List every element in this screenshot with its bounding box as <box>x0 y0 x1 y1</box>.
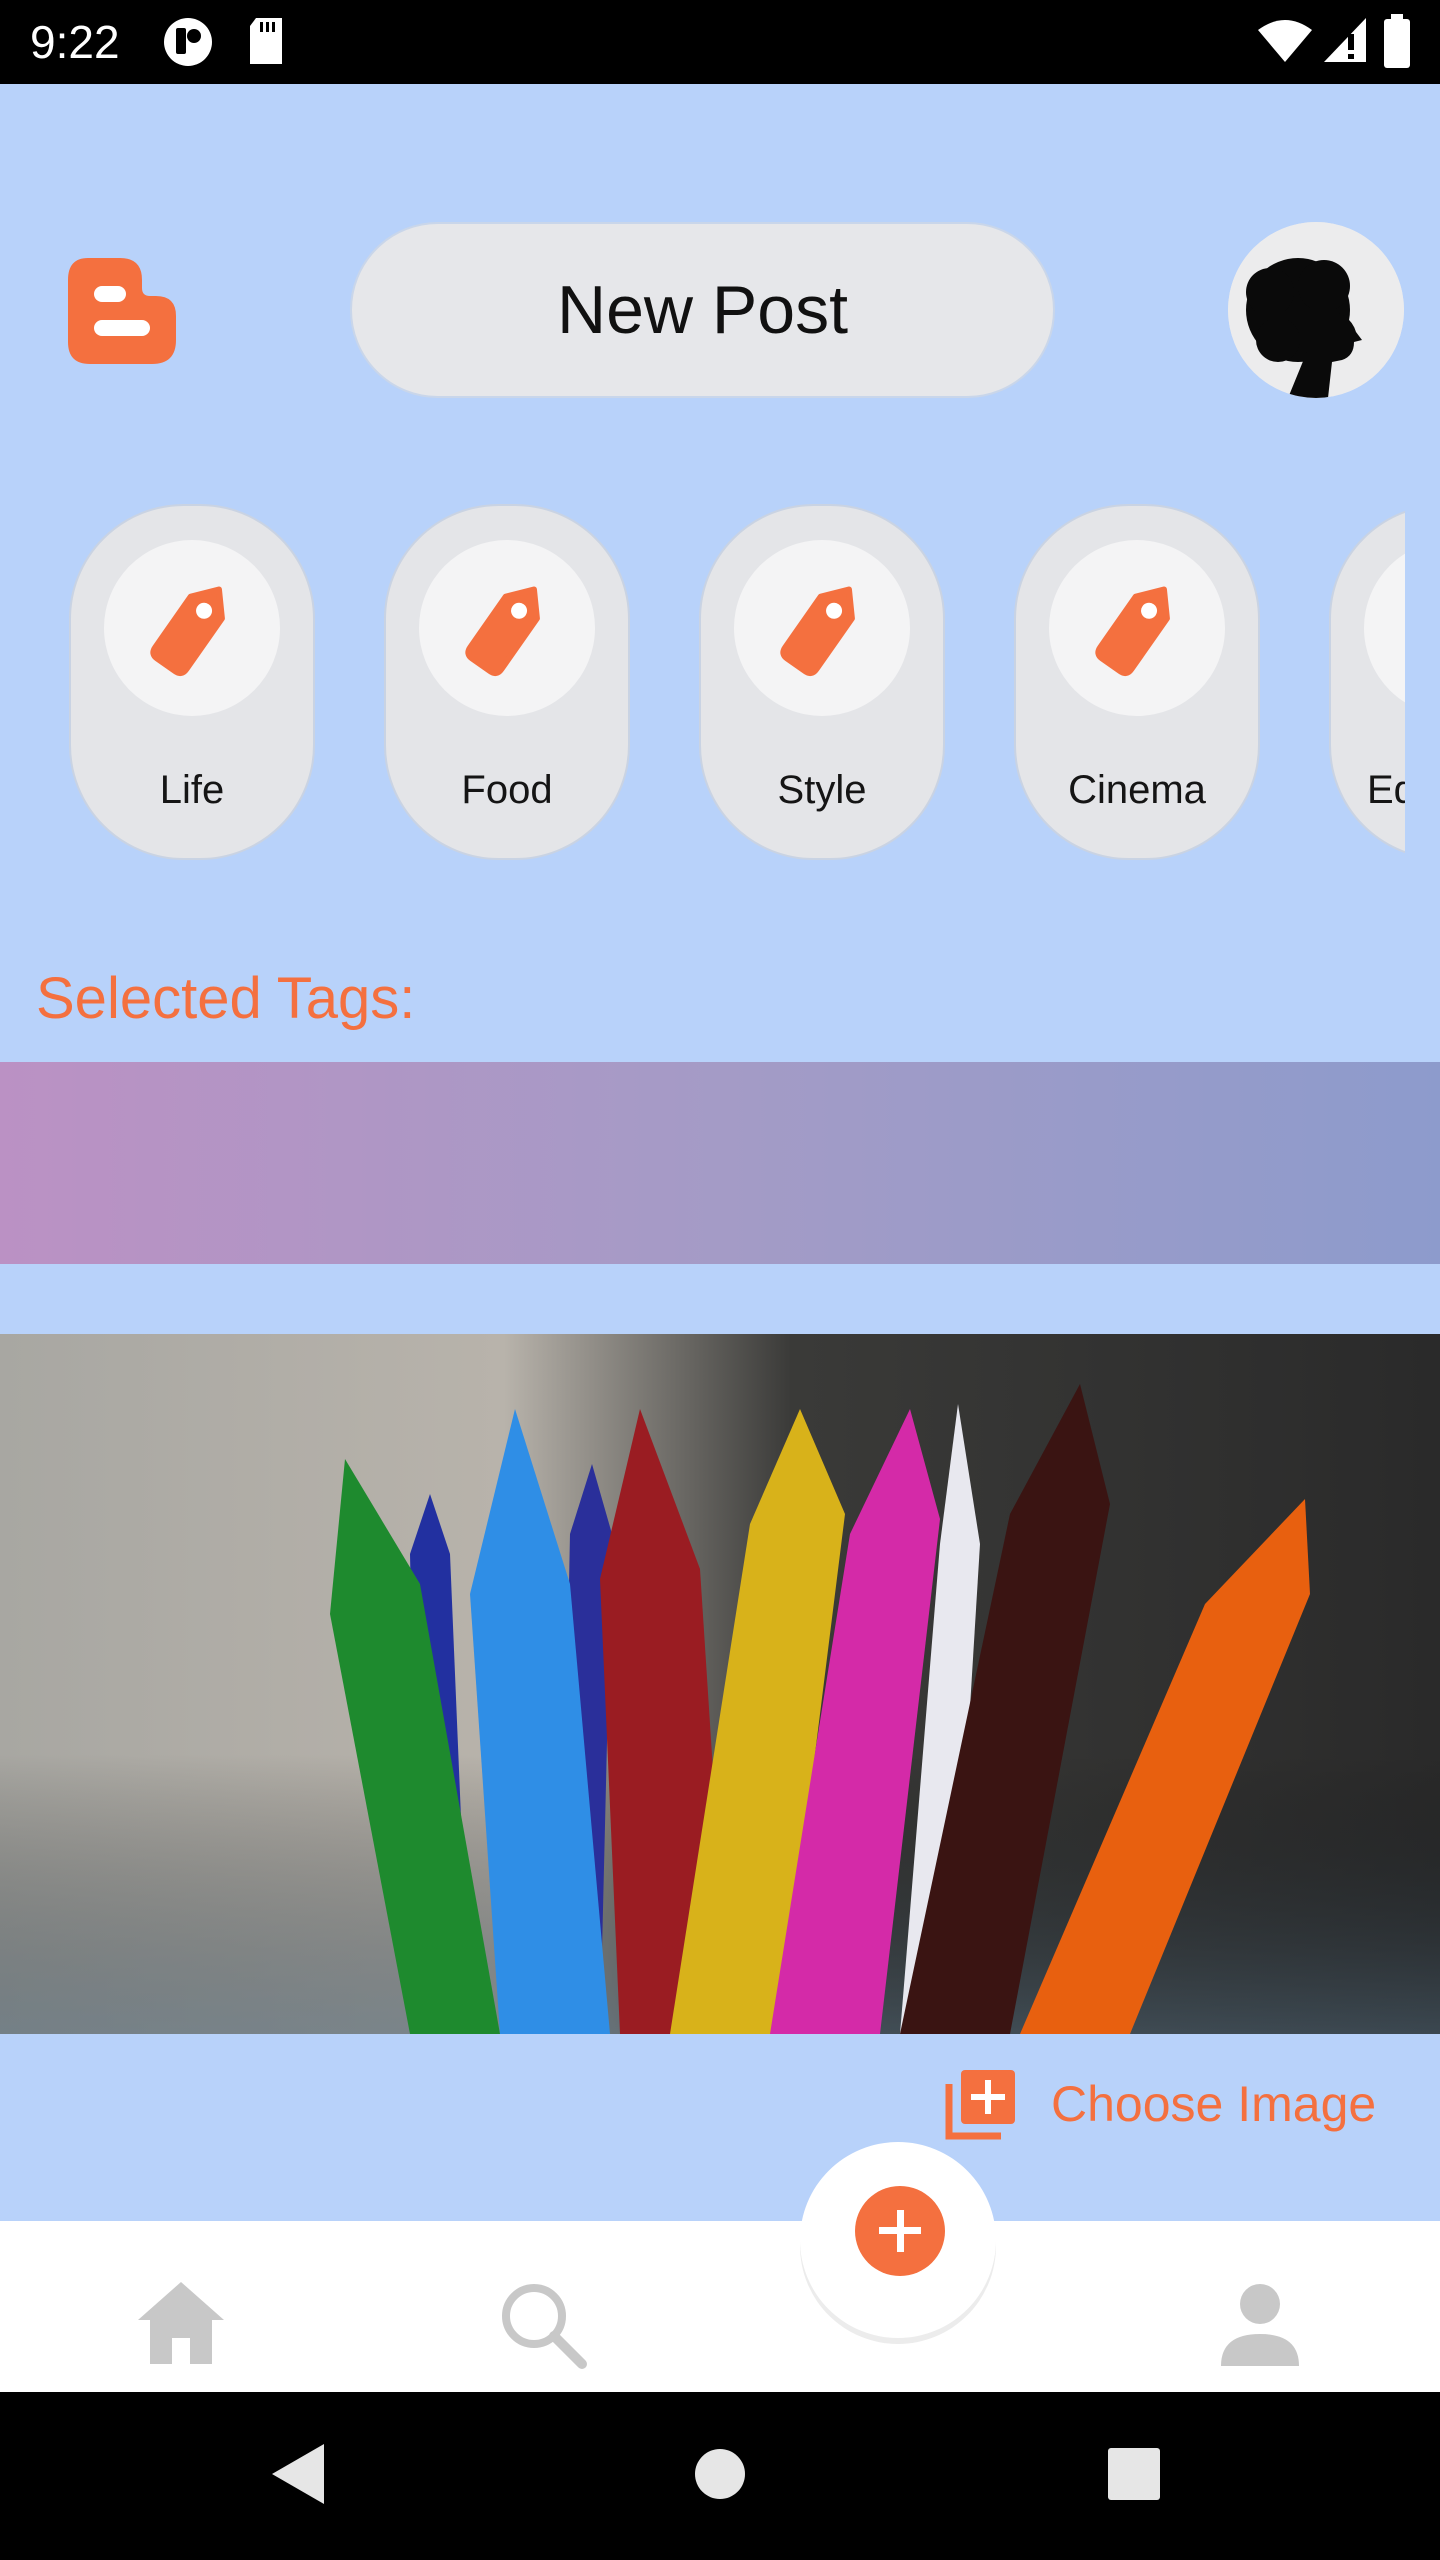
system-nav-bar <box>0 2392 1440 2560</box>
tag-label: Style <box>777 768 867 812</box>
add-post-fab[interactable] <box>855 2186 945 2276</box>
tag-circle <box>1364 540 1405 716</box>
profile-icon <box>1221 2284 1299 2366</box>
tag-label: Cinema <box>1068 768 1206 812</box>
tag-circle <box>419 540 595 716</box>
nav-home[interactable] <box>136 2280 226 2371</box>
tag-circle <box>734 540 910 716</box>
choose-image-button[interactable]: Choose Image <box>945 2064 1376 2144</box>
tag-icon <box>1095 586 1170 677</box>
back-icon[interactable] <box>270 2442 326 2506</box>
status-bar: 9:22 <box>0 0 1440 84</box>
home-icon <box>138 2282 224 2364</box>
tag-icon <box>150 586 225 677</box>
tag-cinema[interactable]: Cinema <box>1014 504 1260 860</box>
status-time: 9:22 <box>30 16 120 68</box>
wifi-icon <box>1258 20 1312 62</box>
recents-icon[interactable] <box>1108 2448 1160 2500</box>
tag-circle <box>1049 540 1225 716</box>
tag-life[interactable]: Life <box>69 504 315 860</box>
selected-tags-area <box>0 1062 1440 1264</box>
tag-food[interactable]: Food <box>384 504 630 860</box>
app-notification-icon <box>164 18 212 66</box>
add-icon <box>879 2210 921 2252</box>
new-post-label: New Post <box>557 272 848 348</box>
tag-icon <box>465 586 540 677</box>
tag-style[interactable]: Style <box>699 504 945 860</box>
blogger-logo <box>68 258 176 364</box>
avatar[interactable] <box>1228 222 1404 398</box>
tag-icon <box>780 586 855 677</box>
selected-tags-label: Selected Tags: <box>36 966 416 1031</box>
tag-label: Food <box>461 768 553 812</box>
search-icon <box>502 2284 587 2369</box>
tags-row: Life Food Style Cinema Ed <box>0 500 1405 865</box>
tag-label: Ed <box>1367 768 1405 812</box>
signal-icon <box>1324 18 1366 62</box>
add-photo-icon <box>945 2070 1015 2140</box>
sd-card-icon <box>250 18 282 64</box>
nav-profile[interactable] <box>1219 2282 1301 2373</box>
post-image <box>0 1334 1440 2034</box>
battery-icon <box>1384 14 1410 68</box>
tag-circle <box>104 540 280 716</box>
tag-education[interactable]: Ed <box>1329 504 1405 860</box>
new-post-button[interactable]: New Post <box>350 222 1055 398</box>
home-circle-icon[interactable] <box>694 2448 746 2500</box>
tag-label: Life <box>159 768 225 812</box>
choose-image-label: Choose Image <box>1051 2076 1377 2132</box>
nav-search[interactable] <box>498 2280 588 2375</box>
